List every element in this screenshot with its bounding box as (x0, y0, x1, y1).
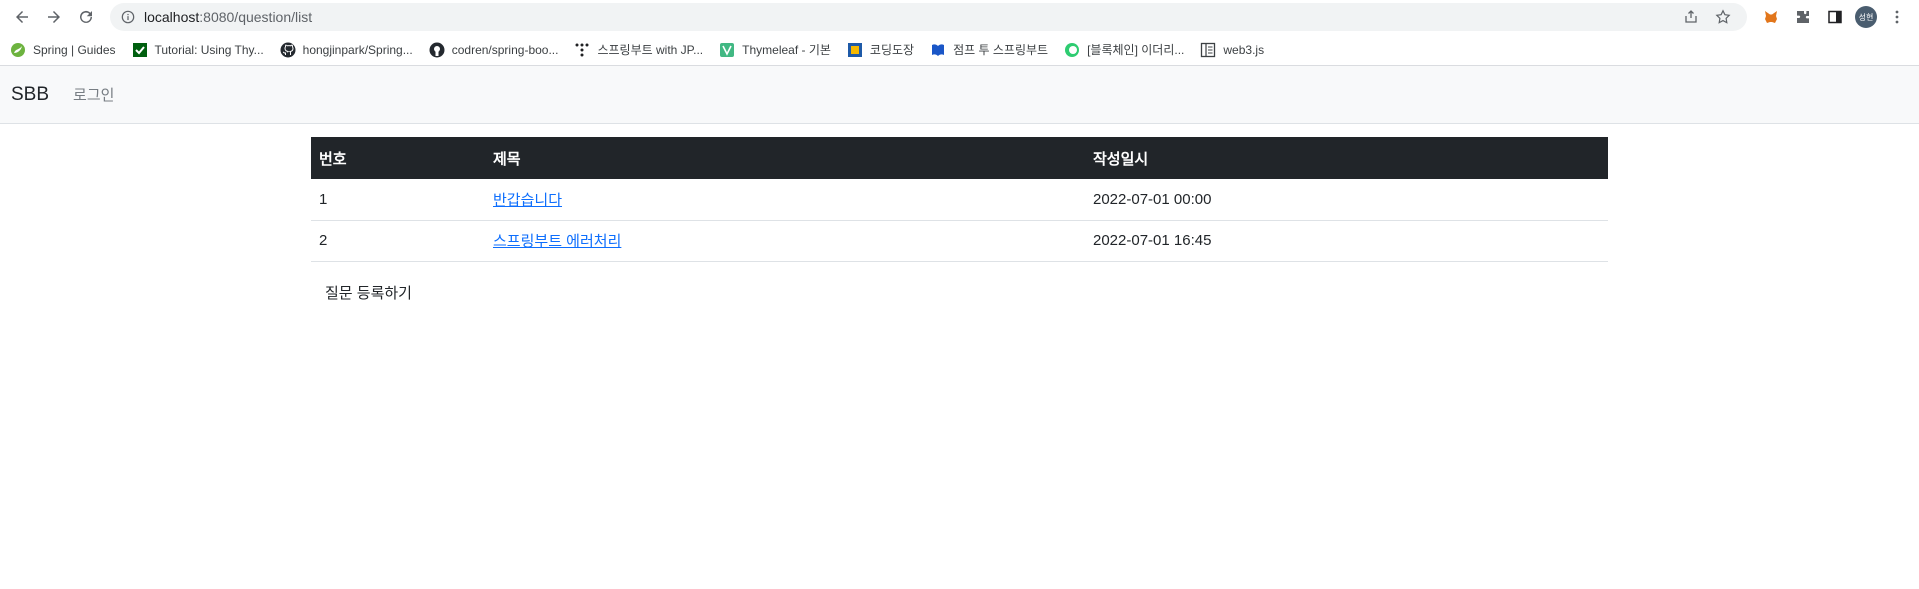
bookmark-star-icon[interactable] (1709, 3, 1737, 31)
extensions-puzzle-icon[interactable] (1787, 1, 1819, 33)
row-date: 2022-07-01 16:45 (1085, 220, 1608, 262)
book-icon (930, 42, 946, 58)
bookmark-label: codren/spring-boo... (451, 42, 559, 57)
bookmark-label: Spring | Guides (33, 42, 116, 57)
row-number: 2 (311, 220, 485, 262)
address-bar[interactable]: localhost:8080/question/list (110, 3, 1747, 31)
bookmark-thymeleaf-basic[interactable]: Thymeleaf - 기본 (719, 41, 831, 58)
question-link[interactable]: 스프링부트 에러처리 (493, 233, 621, 250)
header-created-date: 작성일시 (1093, 150, 1149, 168)
create-question-button[interactable]: 질문 등록하기 (311, 276, 426, 309)
reload-button[interactable] (70, 1, 102, 33)
reload-icon (80, 10, 92, 23)
browser-toolbar: localhost:8080/question/list 성현 (0, 0, 1919, 34)
docs-icon (1200, 42, 1216, 58)
check-icon (132, 42, 148, 58)
profile-avatar[interactable]: 성현 (1855, 6, 1877, 28)
brand-link[interactable]: SBB (11, 84, 49, 106)
question-link[interactable]: 반갑습니다 (493, 192, 562, 209)
bookmark-thymeleaf-tutorial[interactable]: Tutorial: Using Thy... (132, 42, 264, 58)
back-button[interactable] (6, 1, 38, 33)
table-row: 2 스프링부트 에러처리 2022-07-01 16:45 (311, 220, 1608, 262)
forward-button[interactable] (38, 1, 70, 33)
side-panel-icon[interactable] (1819, 1, 1851, 33)
table-row: 1 반갑습니다 2022-07-01 00:00 (311, 179, 1608, 221)
bookmark-label: web3.js (1223, 42, 1265, 57)
row-subject-cell: 반갑습니다 (485, 179, 1085, 221)
forward-arrow-icon (48, 11, 60, 23)
menu-kebab-icon[interactable] (1881, 1, 1913, 33)
header-subject: 제목 (493, 150, 521, 168)
site-navbar: SBB 로그인 (0, 66, 1919, 124)
bookmark-label: hongjinpark/Spring... (302, 42, 413, 57)
bookmark-label: Tutorial: Using Thy... (154, 42, 264, 57)
spring-leaf-icon (10, 42, 26, 58)
circle-icon (1064, 42, 1080, 58)
url-path: :8080/question/list (199, 9, 313, 25)
url-host: localhost (144, 9, 200, 25)
bookmark-label: Thymeleaf - 기본 (742, 43, 831, 57)
site-info-icon[interactable] (120, 9, 136, 25)
bookmark-codren[interactable]: codren/spring-boo... (429, 42, 559, 58)
vuejs-icon (719, 42, 735, 58)
github-icon (280, 42, 296, 58)
header-number: 번호 (319, 150, 347, 168)
metamask-icon[interactable] (1755, 1, 1787, 33)
bookmark-label: [블록체인] 이더리... (1087, 43, 1185, 57)
bookmark-label: 스프링부트 with JP... (597, 43, 704, 57)
dots-icon (574, 42, 590, 58)
table-header-row: 번호 제목 작성일시 (311, 137, 1608, 179)
row-subject-cell: 스프링부트 에러처리 (485, 220, 1085, 262)
bookmark-label: 점프 투 스프링부트 (953, 43, 1049, 57)
back-arrow-icon (16, 11, 28, 23)
row-number: 1 (311, 179, 485, 221)
bookmark-spring-guides[interactable]: Spring | Guides (10, 42, 116, 58)
url-text[interactable]: localhost:8080/question/list (144, 9, 312, 25)
bookmark-coding-dojo[interactable]: 코딩도장 (847, 41, 914, 58)
extensions-area: 성현 (1755, 1, 1913, 33)
question-table: 번호 제목 작성일시 1 반갑습니다 2022-07-01 00:00 2 스프… (311, 137, 1608, 262)
question-list-container: 번호 제목 작성일시 1 반갑습니다 2022-07-01 00:00 2 스프… (311, 137, 1608, 309)
login-link[interactable]: 로그인 (73, 84, 114, 105)
bookmark-blockchain[interactable]: [블록체인] 이더리... (1064, 41, 1184, 58)
dojo-icon (847, 42, 863, 58)
share-icon[interactable] (1677, 3, 1705, 31)
row-date: 2022-07-01 00:00 (1085, 179, 1608, 221)
github-icon (429, 42, 445, 58)
bookmark-label: 코딩도장 (869, 43, 915, 57)
bookmarks-bar: Spring | Guides Tutorial: Using Thy... h… (0, 34, 1919, 66)
bookmark-web3js[interactable]: web3.js (1200, 42, 1264, 58)
bookmark-hongjinpark[interactable]: hongjinpark/Spring... (280, 42, 413, 58)
bookmark-springboot-jpa[interactable]: 스프링부트 with JP... (574, 41, 703, 58)
bookmark-jump-to-springboot[interactable]: 점프 투 스프링부트 (930, 41, 1048, 58)
